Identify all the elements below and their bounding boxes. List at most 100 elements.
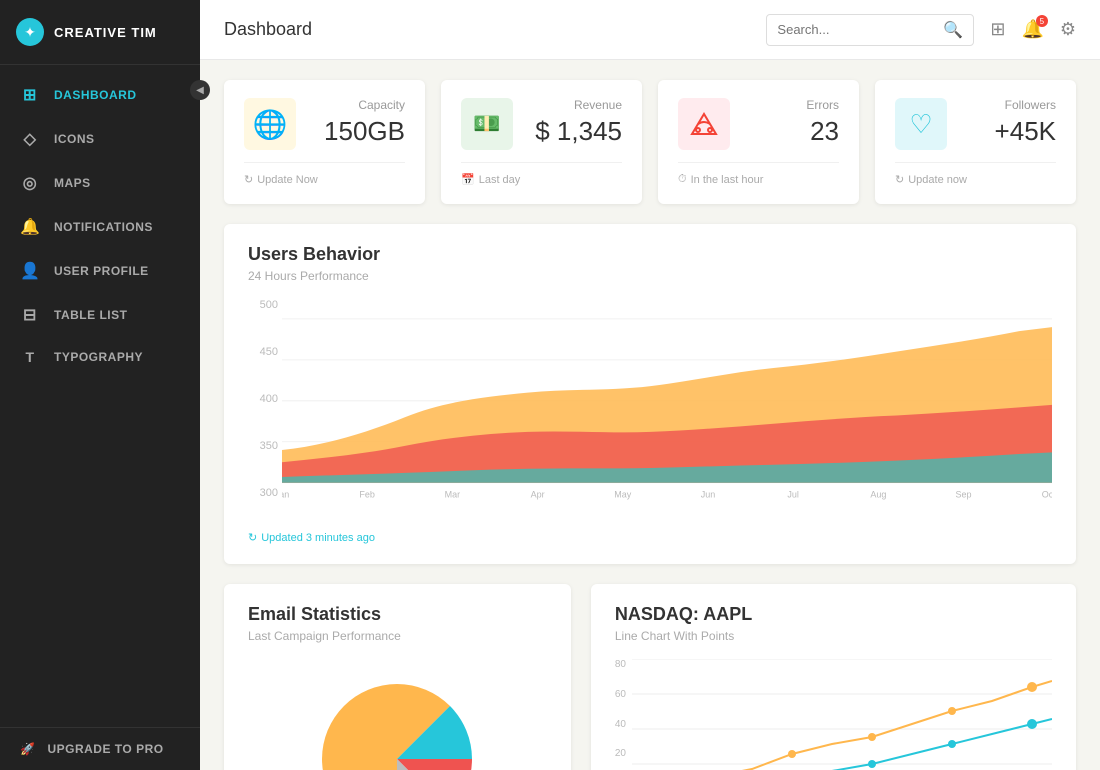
sidebar-item-maps[interactable]: ◎ MAPS	[0, 161, 200, 205]
typography-icon: T	[20, 349, 40, 365]
y-label-400: 400	[248, 393, 278, 405]
svg-text:Jun: Jun	[701, 489, 716, 499]
errors-label: Errors	[806, 98, 839, 112]
notification-badge: 5	[1036, 15, 1048, 27]
errors-value: 23	[806, 116, 839, 147]
y-label-450: 450	[248, 346, 278, 358]
revenue-icon: 💵	[461, 98, 513, 150]
update-text: Updated 3 minutes ago	[261, 532, 375, 544]
bell-icon[interactable]: 🔔 5	[1021, 19, 1043, 40]
y-label-350: 350	[248, 440, 278, 452]
main-content: Dashboard 🔍 ⊞ 🔔 5 ⚙ 🌐 Capacity 150G	[200, 0, 1100, 770]
notifications-icon: 🔔	[20, 217, 40, 237]
search-icon: 🔍	[943, 20, 963, 40]
topbar-icons: ⊞ 🔔 5 ⚙	[990, 19, 1076, 40]
brand-name: CREATIVE TIM	[54, 25, 157, 40]
revenue-label: Revenue	[535, 98, 622, 112]
area-chart-wrapper: 500 450 400 350 300	[248, 299, 1052, 519]
nasdaq-card: NASDAQ: AAPL Line Chart With Points 80 6…	[591, 584, 1076, 770]
capacity-icon: 🌐	[244, 98, 296, 150]
errors-footer: ⏱ In the last hour	[678, 162, 839, 186]
users-behavior-card: Users Behavior 24 Hours Performance 500 …	[224, 224, 1076, 564]
area-chart-svg: Jan Feb Mar Apr May Jun Jul Aug Sep Oct	[282, 299, 1052, 519]
search-box[interactable]: 🔍	[766, 14, 974, 46]
update-icon: ↻	[248, 531, 257, 544]
sidebar-item-label: DASHBOARD	[54, 88, 137, 102]
capacity-footer-icon: ↻	[244, 173, 253, 186]
table-list-icon: ⊟	[20, 305, 40, 325]
sidebar-item-label: MAPS	[54, 176, 91, 190]
capacity-footer-text: Update Now	[257, 174, 318, 186]
capacity-footer: ↻ Update Now	[244, 162, 405, 186]
sidebar-item-label: USER PROFILE	[54, 264, 149, 278]
search-input[interactable]	[777, 22, 937, 37]
followers-icon: ♡	[895, 98, 947, 150]
revenue-footer-text: Last day	[479, 174, 521, 186]
grid-icon[interactable]: ⊞	[990, 19, 1005, 40]
dashboard-icon: ⊞	[20, 85, 40, 105]
upgrade-label: UPGRADE TO PRO	[47, 742, 163, 756]
gear-icon[interactable]: ⚙	[1060, 19, 1076, 40]
brand-icon: ✦	[16, 18, 44, 46]
errors-icon	[678, 98, 730, 150]
pie-chart-svg	[307, 669, 487, 770]
stat-cards-grid: 🌐 Capacity 150GB ↻ Update Now 💵 Revenue	[224, 80, 1076, 204]
users-behavior-title: Users Behavior	[248, 244, 1052, 265]
sidebar-item-user-profile[interactable]: 👤 USER PROFILE	[0, 249, 200, 293]
svg-text:Jan: Jan	[282, 489, 289, 499]
errors-footer-icon: ⏱	[678, 173, 687, 186]
sidebar-item-icons[interactable]: ◇ ICONS	[0, 117, 200, 161]
sidebar-brand[interactable]: ✦ CREATIVE TIM	[0, 0, 200, 65]
svg-text:Oct: Oct	[1042, 489, 1052, 499]
bottom-grid: Email Statistics Last Campaign Performan…	[224, 584, 1076, 770]
revenue-value: $ 1,345	[535, 116, 622, 147]
stat-card-followers: ♡ Followers +45K ↻ Update now	[875, 80, 1076, 204]
sidebar-item-table-list[interactable]: ⊟ TABLE LIST	[0, 293, 200, 337]
users-behavior-subtitle: 24 Hours Performance	[248, 269, 1052, 283]
maps-icon: ◎	[20, 173, 40, 193]
chart-footer: ↻ Updated 3 minutes ago	[248, 531, 1052, 544]
revenue-footer-icon: 📅	[461, 173, 475, 186]
svg-text:Aug: Aug	[870, 489, 886, 499]
sidebar-item-dashboard[interactable]: ⊞ DASHBOARD	[0, 73, 200, 117]
dashboard-content: 🌐 Capacity 150GB ↻ Update Now 💵 Revenue	[200, 60, 1100, 770]
sidebar-upgrade-button[interactable]: 🚀 UPGRADE TO PRO	[0, 727, 200, 770]
email-statistics-card: Email Statistics Last Campaign Performan…	[224, 584, 571, 770]
sidebar-item-label: TABLE LIST	[54, 308, 127, 322]
y-label-300: 300	[248, 487, 278, 499]
icons-icon: ◇	[20, 129, 40, 149]
email-statistics-title: Email Statistics	[248, 604, 547, 625]
sidebar-item-label: TYPOGRAPHY	[54, 350, 143, 364]
line-chart-svg	[632, 659, 1052, 770]
topbar: Dashboard 🔍 ⊞ 🔔 5 ⚙	[200, 0, 1100, 60]
capacity-value: 150GB	[324, 116, 405, 147]
user-profile-icon: 👤	[20, 261, 40, 281]
y-label-500: 500	[248, 299, 278, 311]
stat-card-revenue: 💵 Revenue $ 1,345 📅 Last day	[441, 80, 642, 204]
email-statistics-subtitle: Last Campaign Performance	[248, 629, 547, 643]
svg-text:Apr: Apr	[531, 489, 545, 499]
svg-text:Jul: Jul	[787, 489, 799, 499]
sidebar-item-notifications[interactable]: 🔔 NOTIFICATIONS	[0, 205, 200, 249]
capacity-label: Capacity	[324, 98, 405, 112]
nasdaq-subtitle: Line Chart With Points	[615, 629, 1052, 643]
nasdaq-title: NASDAQ: AAPL	[615, 604, 1052, 625]
sidebar-item-label: ICONS	[54, 132, 95, 146]
pie-chart-wrapper	[248, 659, 547, 770]
svg-text:Feb: Feb	[359, 489, 375, 499]
followers-footer-icon: ↻	[895, 173, 904, 186]
sidebar: ✦ CREATIVE TIM ◀ ⊞ DASHBOARD ◇ ICONS ◎ M…	[0, 0, 200, 770]
upgrade-icon: 🚀	[20, 742, 35, 756]
sidebar-item-typography[interactable]: T TYPOGRAPHY	[0, 337, 200, 377]
svg-text:Mar: Mar	[445, 489, 461, 499]
stat-card-capacity: 🌐 Capacity 150GB ↻ Update Now	[224, 80, 425, 204]
svg-text:May: May	[614, 489, 632, 499]
sidebar-nav: ⊞ DASHBOARD ◇ ICONS ◎ MAPS 🔔 NOTIFICATIO…	[0, 65, 200, 727]
svg-text:Sep: Sep	[956, 489, 972, 499]
stat-card-errors: Errors 23 ⏱ In the last hour	[658, 80, 859, 204]
followers-footer: ↻ Update now	[895, 162, 1056, 186]
errors-footer-text: In the last hour	[691, 174, 764, 186]
followers-label: Followers	[995, 98, 1056, 112]
followers-footer-text: Update now	[908, 174, 967, 186]
sidebar-collapse-arrow[interactable]: ◀	[190, 80, 210, 100]
